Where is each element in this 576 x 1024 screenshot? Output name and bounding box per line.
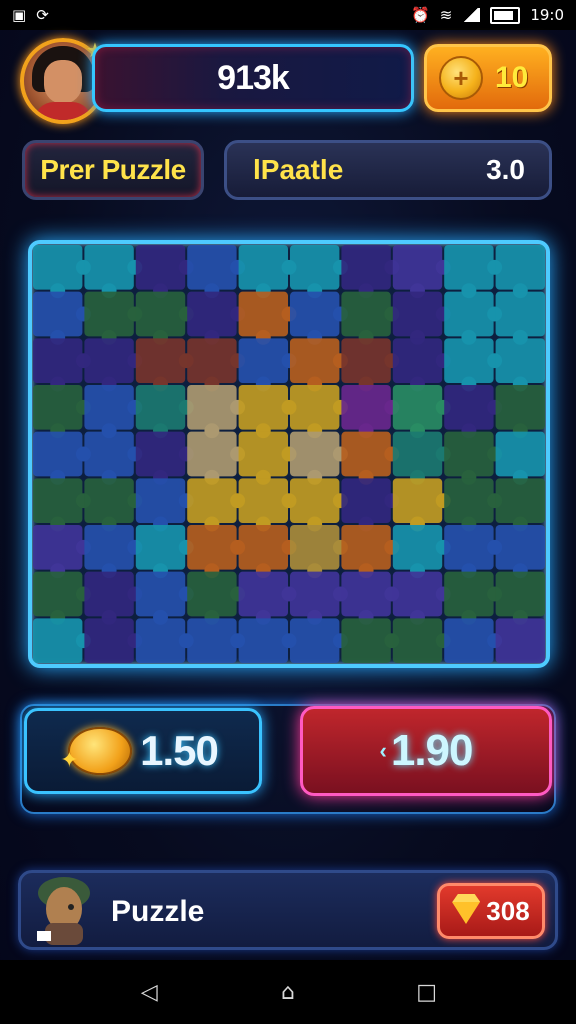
multiplier-value: 1.90 <box>390 726 474 775</box>
status-bar: ▣ ⟳ ⏰ ≋ 19:0 <box>0 0 576 30</box>
multiplier-button[interactable]: ‹ 1.90 <box>300 706 552 796</box>
wifi-icon: ≋ <box>439 6 453 24</box>
sync-icon: ⟳ <box>36 6 49 24</box>
score-display: 913k <box>92 44 414 112</box>
puzzle-board[interactable] <box>28 240 550 668</box>
back-icon[interactable]: ◁ <box>129 972 169 1012</box>
system-nav-bar: ◁ ⌂ □ <box>0 960 576 1024</box>
player-panel: Puzzle 308 <box>18 870 558 950</box>
battery-icon <box>490 6 521 24</box>
coin-bet-button[interactable]: 1.50 <box>24 708 262 794</box>
status-right: ⏰ ≋ 19:0 <box>411 6 564 24</box>
status-time: 19:0 <box>530 6 564 24</box>
coins-button[interactable]: + 10 <box>424 44 552 112</box>
board-overlay <box>32 244 546 664</box>
puzzle-board-canvas[interactable] <box>32 244 546 664</box>
home-icon[interactable]: ⌂ <box>268 972 308 1012</box>
signal-icon <box>462 8 481 22</box>
gallery-icon: ▣ <box>12 6 27 24</box>
player-portrait-icon <box>37 877 90 945</box>
gem-value: 308 <box>486 895 530 926</box>
puzzle-level: 3.0 <box>486 154 525 185</box>
gold-coin-icon <box>60 727 133 775</box>
coin-bet-value: 1.50 <box>140 727 219 774</box>
coins-value: 10 <box>495 61 529 94</box>
puzzle-info-bar[interactable]: lPaatle 3.0 <box>224 140 552 200</box>
score-value: 913k <box>217 58 290 97</box>
alarm-icon: ⏰ <box>411 6 430 24</box>
coin-icon: + <box>439 56 483 100</box>
mode-tab-label: Prer Puzzle <box>40 154 186 185</box>
puzzle-name: lPaatle <box>253 154 344 185</box>
status-left: ▣ ⟳ <box>12 6 49 24</box>
gem-icon <box>452 902 481 924</box>
arrow-left-icon: ‹ <box>379 738 387 763</box>
mode-tab[interactable]: Prer Puzzle <box>22 140 204 200</box>
gem-button[interactable]: 308 <box>437 883 545 939</box>
player-name: Puzzle <box>111 895 205 928</box>
avatar-shirt <box>34 102 92 120</box>
avatar-face <box>44 60 82 104</box>
recents-icon[interactable]: □ <box>407 972 447 1012</box>
